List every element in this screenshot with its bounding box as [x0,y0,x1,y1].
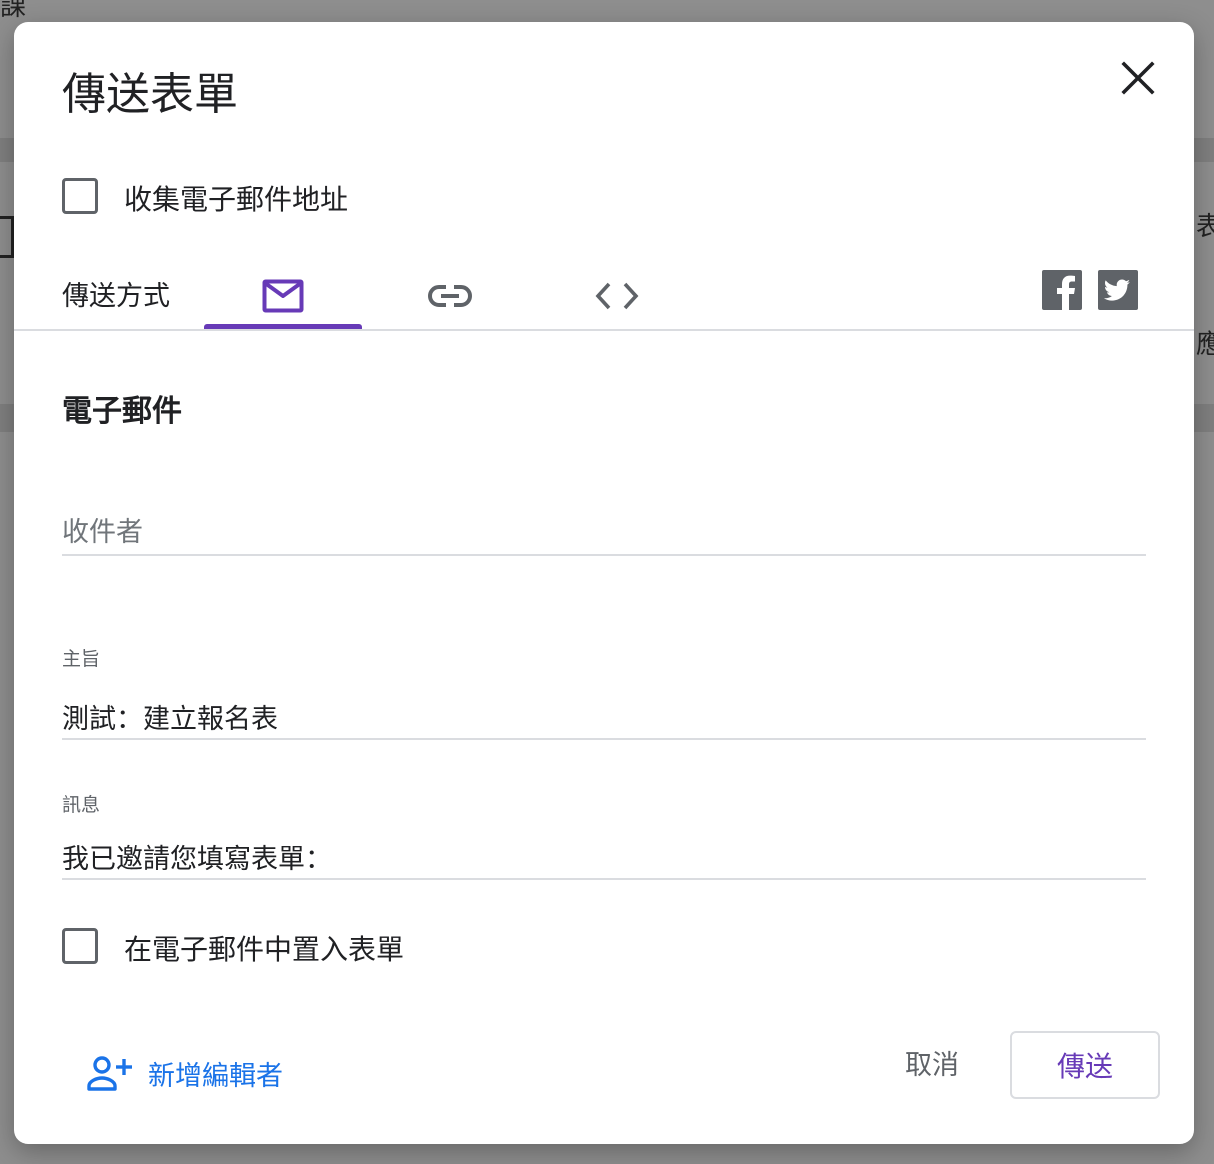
subject-input[interactable] [62,694,1146,740]
subject-label: 主旨 [62,648,101,670]
background-text-fragment: 課 [0,0,27,22]
link-icon [428,285,472,307]
facebook-icon [1042,270,1082,310]
tab-embed[interactable] [538,262,696,330]
email-icon [262,279,304,313]
send-via-label: 傳送方式 [62,281,170,312]
close-button[interactable] [1118,58,1158,98]
message-label: 訊息 [62,794,101,816]
tab-email[interactable] [204,262,362,330]
background-text-fragment: 表 [1196,212,1214,242]
send-button[interactable]: 傳送 [1010,1031,1160,1099]
include-form-label: 在電子郵件中置入表單 [124,933,405,966]
facebook-share-button[interactable] [1042,270,1082,310]
collect-email-label: 收集電子郵件地址 [124,183,349,216]
twitter-share-button[interactable] [1098,270,1138,310]
dialog-title: 傳送表單 [62,69,238,120]
email-section-title: 電子郵件 [62,394,182,429]
tabs-divider [14,329,1194,331]
message-input[interactable] [62,834,1146,880]
add-editors-button[interactable]: 新增編輯者 [86,1050,283,1096]
add-editors-label: 新增編輯者 [148,1060,283,1092]
background-icon-fragment [0,216,14,258]
collect-email-checkbox[interactable] [62,178,98,214]
tab-link[interactable] [371,262,529,330]
include-form-checkbox[interactable] [62,928,98,964]
background-text-fragment: 應 [1196,330,1214,360]
close-icon [1121,61,1155,95]
twitter-icon [1098,270,1138,310]
add-person-icon [87,1056,132,1091]
recipients-input[interactable] [62,510,1146,556]
embed-code-icon [595,282,639,310]
cancel-button[interactable]: 取消 [882,1032,982,1092]
send-form-dialog: 傳送表單 收集電子郵件地址 傳送方式 電子郵件 收件者 主旨 測試：建立報名表 … [14,22,1194,1144]
